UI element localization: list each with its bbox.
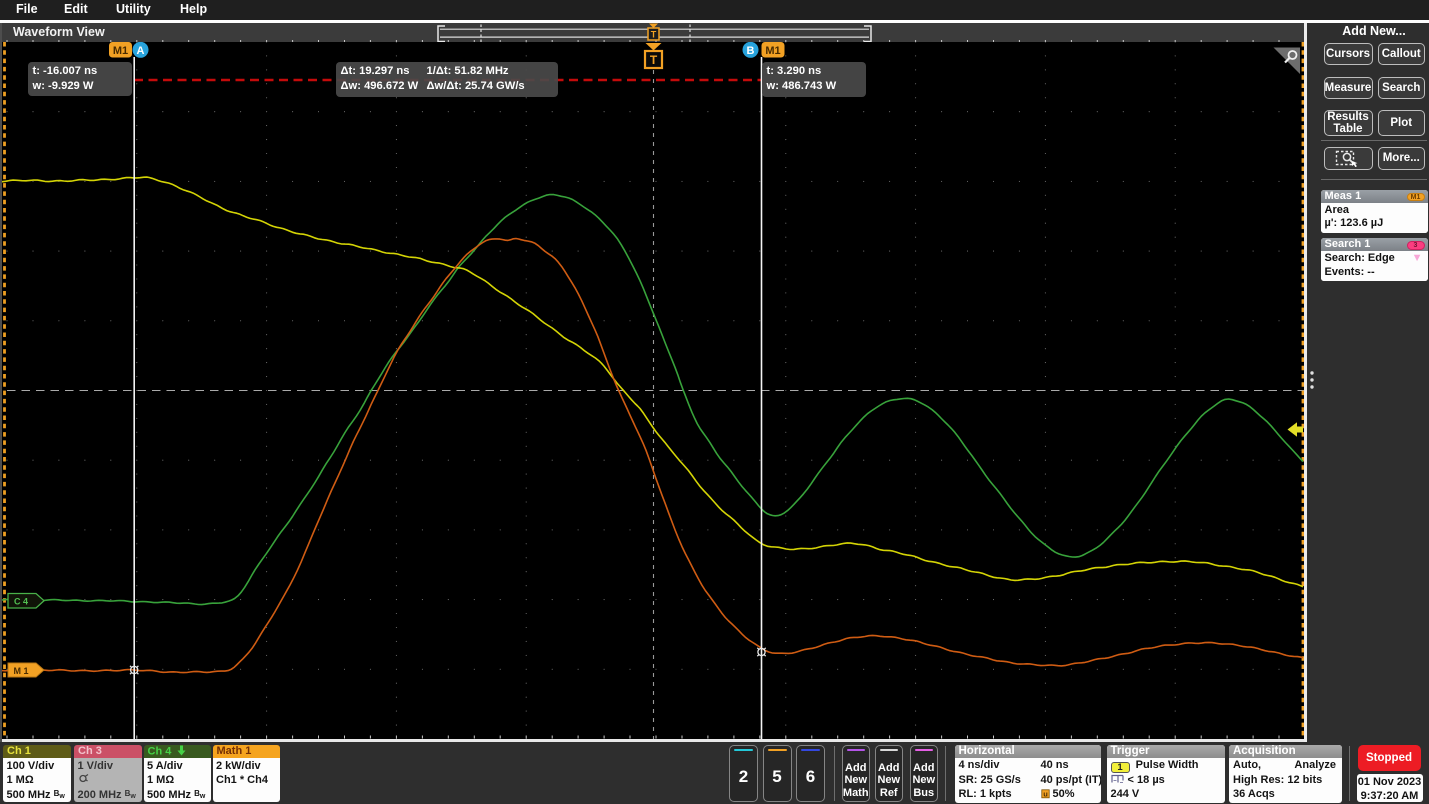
svg-text:u: u: [1043, 789, 1048, 798]
svg-text:M1: M1: [765, 45, 780, 57]
svg-text:B: B: [747, 45, 755, 57]
svg-text:T: T: [650, 53, 658, 67]
svg-text:M1: M1: [113, 45, 128, 57]
svg-text:A: A: [137, 45, 145, 57]
svg-text:T: T: [651, 29, 657, 39]
svg-text:M 1: M 1: [13, 666, 28, 676]
svg-text:C 4: C 4: [14, 597, 28, 607]
